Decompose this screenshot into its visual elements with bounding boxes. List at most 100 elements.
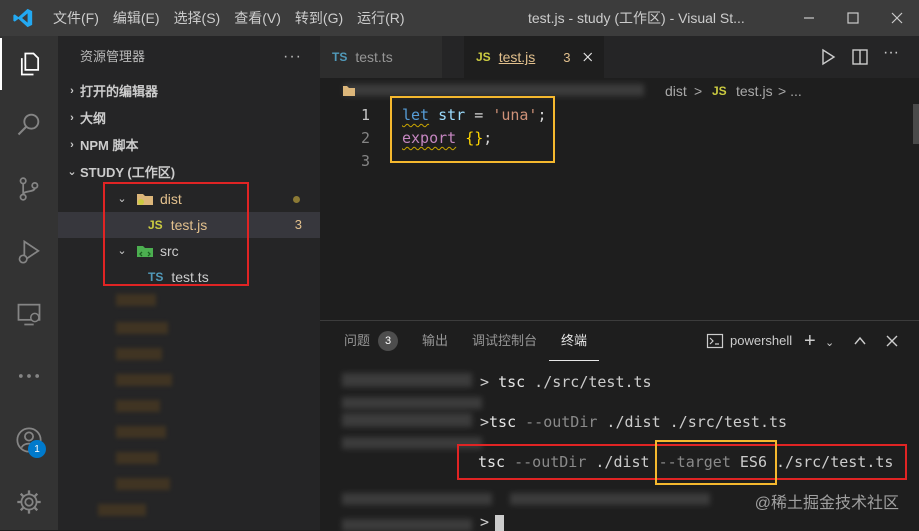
terminal-cursor [495,514,505,531]
terminal-icon [706,333,724,349]
chevron-right-icon: › [70,85,74,97]
terminal-line: > tsc ./src/test.ts [480,373,652,391]
menu-bar: 文件(F) 编辑(E) 选择(S) 查看(V) 转到(G) 运行(R) [46,0,412,36]
run-debug-activity[interactable] [0,226,58,278]
source-control-icon [19,177,39,201]
tab-test-ts[interactable]: TS test.ts [320,36,442,78]
js-file-icon: JS [712,84,727,98]
tab-terminal-label: 终端 [561,332,588,348]
add-terminal-icon[interactable]: + [804,321,816,361]
menu-selection[interactable]: 选择(S) [167,0,228,36]
section-outline[interactable]: › 大纲 [58,105,320,132]
remote-explorer-icon [17,303,41,326]
problems-count-badge: 3 [378,331,399,351]
folder-icon [343,86,355,96]
line-number: 3 [360,152,370,170]
close-panel-icon[interactable] [886,335,898,347]
close-window-button[interactable] [875,0,919,36]
split-editor-icon[interactable] [851,48,869,66]
redacted-breadcrumb-path [344,84,644,96]
section-npm-scripts[interactable]: › NPM 脚本 [58,132,320,159]
redacted-terminal-path [342,373,472,387]
annotation-red-box-tree [103,182,249,286]
menu-run[interactable]: 运行(R) [350,0,411,36]
redacted-terminal-path [342,397,482,409]
minimize-icon [804,17,814,19]
section-npm-scripts-label: NPM 脚本 [80,138,139,153]
breadcrumb-file[interactable]: test.js [736,83,773,99]
editor-more-icon[interactable]: ··· [883,44,899,62]
line-number: 2 [360,129,370,147]
tab-output[interactable]: 输出 [410,321,460,361]
search-activity[interactable] [0,98,58,150]
watermark: @稀土掘金技术社区 [754,495,899,512]
files-icon [20,52,40,76]
editor-group: TS test.ts JS test.js 3 ··· dist > JS te… [320,36,919,320]
accounts-activity[interactable]: 1 [0,414,58,466]
bottom-panel: 问题 3 输出 调试控制台 终端 powershell + ⌄ > tsc ./… [320,320,919,531]
menu-go[interactable]: 转到(G) [288,0,350,36]
terminal-shell-name[interactable]: powershell [730,321,792,361]
breadcrumb-folder[interactable]: dist [665,83,687,99]
redacted-tree-item [116,452,158,464]
explorer-header: 资源管理器 ··· [58,36,320,78]
maximize-button[interactable] [831,0,875,36]
redacted-tree-item [116,400,160,412]
section-open-editors[interactable]: › 打开的编辑器 [58,78,320,105]
more-activity[interactable] [0,350,58,402]
redacted-tree-item [116,322,168,334]
redacted-terminal-path [342,493,492,505]
modified-dot-icon [293,196,300,203]
tab-problems-label: 问题 [344,333,371,348]
settings-activity[interactable] [0,476,58,528]
explorer-activity[interactable] [0,38,58,90]
more-icon [18,374,40,378]
breadcrumb-separator: > [694,83,703,99]
chevron-down-icon[interactable]: ⌄ [825,323,834,363]
accounts-badge: 1 [28,440,46,458]
menu-edit[interactable]: 编辑(E) [106,0,167,36]
section-outline-label: 大纲 [80,111,107,126]
scrollbar[interactable] [913,104,919,144]
redacted-terminal-path [342,413,472,427]
breadcrumb-tail[interactable]: > ... [778,83,802,99]
redacted-tree-item [116,478,170,490]
chevron-down-icon: ⌄ [67,166,77,178]
run-debug-icon [18,239,40,264]
more-actions-icon[interactable]: ··· [283,36,302,78]
vscode-logo-icon [0,0,46,36]
run-icon[interactable] [819,48,837,66]
chevron-right-icon: › [70,139,74,151]
search-icon [17,113,40,136]
redacted-tree-item [116,294,156,306]
tab-test-js-label: test.js [498,49,536,65]
close-icon [891,12,903,24]
tab-debug-console[interactable]: 调试控制台 [460,321,549,361]
tab-output-label: 输出 [422,333,449,348]
terminal-line: >tsc --outDir ./dist ./src/test.ts [480,413,788,431]
remote-explorer-activity[interactable] [0,288,58,340]
explorer-title: 资源管理器 [80,49,146,64]
line-number: 1 [360,106,370,124]
activity-bar: 1 [0,36,58,530]
menu-file[interactable]: 文件(F) [46,0,106,36]
chevron-right-icon: › [70,112,74,124]
panel-tabs: 问题 3 输出 调试控制台 终端 powershell + ⌄ [320,321,919,361]
tab-debug-console-label: 调试控制台 [472,333,538,348]
tab-problems-badge: 3 [563,49,571,65]
minimize-button[interactable] [787,0,831,36]
window-title: test.js - study (工作区) - Visual St... [528,10,745,26]
source-control-activity[interactable] [0,163,58,215]
tab-test-ts-label: test.ts [355,49,393,65]
redacted-tree-item [116,426,166,438]
maximize-panel-icon[interactable] [853,334,867,348]
close-tab-icon[interactable] [582,51,593,63]
section-open-editors-label: 打开的编辑器 [80,84,159,99]
js-file-icon: JS [476,50,491,64]
maximize-icon [847,12,859,24]
tab-test-js[interactable]: JS test.js 3 [464,36,604,78]
tab-terminal[interactable]: 终端 [549,321,600,361]
ts-file-icon: TS [332,50,348,64]
menu-view[interactable]: 查看(V) [227,0,288,36]
tab-problems[interactable]: 问题 3 [332,321,410,361]
